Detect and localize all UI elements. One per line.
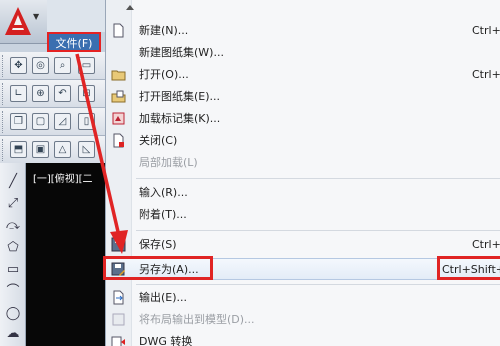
construction-line-icon[interactable]: ⤢	[4, 195, 22, 213]
menu-item-label: 打开图纸集(E)...	[139, 90, 221, 103]
menu-item-open[interactable]: 打开(O)... Ctrl+	[106, 64, 500, 86]
pyramid-icon[interactable]: △	[54, 141, 71, 158]
menu-item-label: 保存(S)	[139, 238, 177, 251]
toolbar-row-3: ❐ ▢ ◿ ▯	[0, 108, 105, 136]
close-document-icon	[113, 133, 124, 148]
draw-toolbar: ╱ ⤢ ⤼ ⬠ ▭ ⌒ ◯ ☁	[0, 163, 26, 346]
ucs-icon[interactable]: ∟	[10, 85, 27, 102]
menu-item-label: 附着(T)...	[139, 208, 187, 221]
menu-item-shortcut: Ctrl+	[472, 238, 500, 251]
menu-item-export-layout-to-model: 将布局输出到模型(D)...	[106, 309, 500, 331]
toolbar-row-2: ∟ ⊕ ↶ ⊞	[0, 80, 105, 108]
toolbar-grip[interactable]	[2, 139, 6, 161]
polyline-icon[interactable]: ⤼	[4, 217, 22, 235]
menu-item-export[interactable]: 输出(E)...	[106, 287, 500, 309]
scroll-up-icon[interactable]	[126, 5, 134, 10]
export-icon	[113, 290, 124, 305]
world-ucs-icon[interactable]: ⊕	[32, 85, 49, 102]
menu-separator	[136, 178, 500, 179]
new-document-icon	[113, 23, 124, 38]
menu-item-label: DWG 转换	[139, 335, 193, 346]
line-icon[interactable]: ╱	[4, 173, 22, 191]
polygon-icon[interactable]: ⬠	[4, 239, 22, 257]
menu-item-label: 新建(N)...	[139, 24, 189, 37]
menu-item-save[interactable]: 保存(S) Ctrl+	[106, 234, 500, 256]
menu-item-new-sheet-set[interactable]: 新建图纸集(W)...	[106, 42, 500, 64]
toolbar-grip[interactable]	[2, 83, 6, 105]
open-sheet-set-icon	[111, 90, 126, 103]
menu-item-label: 将布局输出到模型(D)...	[139, 313, 255, 326]
menu-item-label: 输出(E)...	[139, 291, 188, 304]
file-dropdown-menu: 新建(N)... Ctrl+ 新建图纸集(W)... 打开(O)... Ctrl…	[105, 0, 500, 346]
menu-item-dwg-convert[interactable]: DWG 转换	[106, 331, 500, 346]
ucs-previous-icon[interactable]: ↶	[54, 85, 71, 102]
toolbar-row-4: ⬒ ▣ △ ◺	[0, 136, 105, 164]
annotation-highlight-box	[437, 256, 500, 280]
annotation-highlight-box	[103, 256, 213, 280]
export-layout-icon	[112, 313, 125, 326]
menu-item-partial-load: 局部加载(L)	[106, 152, 500, 174]
markup-set-icon	[112, 112, 125, 125]
toolbar-grip[interactable]	[2, 55, 6, 77]
extrude-icon[interactable]: ⬒	[10, 141, 27, 158]
toolbar-row-1: ✥ ◎ ⌕ ▭	[0, 52, 105, 80]
menu-item-shortcut: Ctrl+	[472, 24, 500, 37]
open-folder-icon	[111, 70, 126, 81]
cylinder-icon[interactable]: ▯	[78, 113, 95, 130]
menu-item-label: 输入(R)...	[139, 186, 188, 199]
cone-icon[interactable]: ◺	[78, 141, 95, 158]
save-disk-icon	[111, 237, 126, 252]
orbit-icon[interactable]: ◎	[32, 57, 49, 74]
file-menu-tab[interactable]: 文件(F)	[47, 32, 101, 52]
layer-icon[interactable]: ▭	[78, 57, 95, 74]
menu-separator	[136, 230, 500, 231]
cube-icon[interactable]: ▣	[32, 141, 49, 158]
ucs-origin-icon[interactable]: ⊞	[78, 85, 95, 102]
menu-item-label: 加载标记集(K)...	[139, 112, 221, 125]
title-strip	[47, 0, 105, 32]
menu-item-import[interactable]: 输入(R)...	[106, 182, 500, 204]
rectangle-icon[interactable]: ▭	[4, 261, 22, 279]
menu-item-open-sheet-set[interactable]: 打开图纸集(E)...	[106, 86, 500, 108]
menu-separator	[136, 284, 500, 285]
menu-item-label: 关闭(C)	[139, 134, 178, 147]
menu-item-shortcut: Ctrl+	[472, 68, 500, 81]
menu-item-close[interactable]: 关闭(C)	[106, 130, 500, 152]
toolbar-grip[interactable]	[2, 111, 6, 133]
arc-icon[interactable]: ⌒	[4, 283, 22, 301]
menu-item-attach[interactable]: 附着(T)...	[106, 204, 500, 226]
dwg-convert-icon	[111, 336, 125, 346]
menu-item-label: 新建图纸集(W)...	[139, 46, 224, 59]
drawing-canvas[interactable]	[26, 163, 106, 346]
revision-cloud-icon[interactable]: ☁	[4, 325, 22, 343]
zoom-icon[interactable]: ⌕	[54, 57, 71, 74]
menu-item-new[interactable]: 新建(N)... Ctrl+	[106, 20, 500, 42]
box-icon[interactable]: ▢	[32, 113, 49, 130]
menu-item-label: 局部加载(L)	[139, 156, 198, 169]
application-menu-button[interactable]: ▼	[0, 0, 48, 44]
autocad-logo-icon	[5, 7, 31, 35]
copy-icon[interactable]: ❐	[10, 113, 27, 130]
chevron-down-icon: ▼	[33, 12, 40, 21]
menu-item-label: 打开(O)...	[139, 68, 189, 81]
viewport-label[interactable]: [一][俯视][二	[33, 170, 93, 185]
wedge-icon[interactable]: ◿	[54, 113, 71, 130]
menu-item-load-markup-set[interactable]: 加载标记集(K)...	[106, 108, 500, 130]
circle-icon[interactable]: ◯	[4, 305, 22, 323]
pan-icon[interactable]: ✥	[10, 57, 27, 74]
